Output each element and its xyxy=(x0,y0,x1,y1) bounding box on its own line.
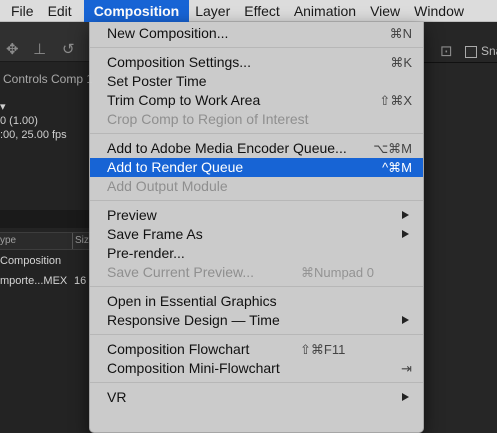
menubar-item-file[interactable]: File xyxy=(10,0,42,22)
menu-item-shortcut: ^⌘M xyxy=(382,160,412,175)
project-info-ratio: 0 (1.00) xyxy=(0,115,38,127)
menu-item-label: Composition Flowchart xyxy=(107,341,250,357)
menubar-item-window[interactable]: Window xyxy=(413,0,472,22)
anchor-tool-icon[interactable]: ⊥ xyxy=(33,40,46,58)
menu-item-label: Responsive Design — Time xyxy=(107,312,280,328)
menu-item-label: Preview xyxy=(107,207,157,223)
menu-item-label: Set Poster Time xyxy=(107,73,207,89)
menu-item-vr[interactable]: VR xyxy=(90,388,423,407)
project-row-import-name: mporte...MEX xyxy=(0,275,68,287)
menu-item-shortcut: ⌘K xyxy=(390,55,412,70)
menu-item-save-current-preview: Save Current Preview... ⌘Numpad 0 xyxy=(90,263,423,282)
menu-item-label: Save Frame As xyxy=(107,226,203,242)
column-type[interactable]: ype xyxy=(0,233,16,249)
project-info-duration: :00, 25.00 fps xyxy=(0,129,67,141)
submenu-arrow-icon xyxy=(402,211,409,219)
menu-item-label: Add to Render Queue xyxy=(107,159,244,175)
move-tool-icon[interactable]: ✥ xyxy=(6,40,19,58)
menu-item-label: New Composition... xyxy=(107,25,229,41)
rotate-tool-icon[interactable]: ↺ xyxy=(62,40,75,58)
menu-item-save-frame-as[interactable]: Save Frame As xyxy=(90,225,423,244)
menu-item-pre-render[interactable]: Pre-render... xyxy=(90,244,423,263)
project-info-expander[interactable]: ▾ xyxy=(0,100,67,114)
menu-item-crop-comp-to-region-of-interest: Crop Comp to Region of Interest xyxy=(90,110,423,129)
menu-item-shortcut: ⌘N xyxy=(389,26,412,41)
menu-item-new-composition[interactable]: New Composition... ⌘N xyxy=(90,24,423,43)
menu-item-label: Composition Settings... xyxy=(107,54,251,70)
menu-item-label: Save Current Preview... xyxy=(107,264,255,280)
snap-label: Sna xyxy=(481,44,497,58)
menu-item-add-output-module: Add Output Module xyxy=(90,177,423,196)
menu-item-composition-mini-flowchart[interactable]: Composition Mini-Flowchart ⇥ xyxy=(90,359,423,378)
submenu-arrow-icon xyxy=(402,393,409,401)
menu-item-label: Trim Comp to Work Area xyxy=(107,92,261,108)
menu-item-label: Add Output Module xyxy=(107,178,228,194)
menu-item-add-to-render-queue[interactable]: Add to Render Queue ^⌘M xyxy=(90,158,423,177)
project-row-import-size: 16 xyxy=(74,275,87,287)
column-size[interactable]: Siz xyxy=(72,233,89,249)
menu-item-shortcut: ⇧⌘F11 xyxy=(300,342,346,357)
menu-item-composition-flowchart[interactable]: Composition Flowchart ⇧⌘F11 xyxy=(90,340,423,359)
menu-item-label: VR xyxy=(107,389,127,405)
menu-item-set-poster-time[interactable]: Set Poster Time xyxy=(90,72,423,91)
menu-item-shortcut: ⌘Numpad 0 xyxy=(301,265,374,280)
menu-separator xyxy=(90,47,423,48)
menu-bar: File Edit Composition Layer Effect Animation V… xyxy=(0,0,497,22)
menu-item-shortcut: ⇥ xyxy=(401,361,412,376)
panel-header[interactable]: Controls Comp 1 xyxy=(0,66,92,92)
menubar-item-effect[interactable]: Effect xyxy=(243,0,288,22)
project-search-bar xyxy=(0,210,92,228)
composition-menu-dropdown: New Composition... ⌘N Composition Settings… xyxy=(89,22,424,433)
menu-item-preview[interactable]: Preview xyxy=(90,206,423,225)
viewer-divider xyxy=(424,62,497,63)
menu-separator xyxy=(90,334,423,335)
menu-item-composition-settings[interactable]: Composition Settings... ⌘K xyxy=(90,53,423,72)
menu-item-label: Open in Essential Graphics xyxy=(107,293,277,309)
menu-item-label: Composition Mini-Flowchart xyxy=(107,360,280,376)
project-row-import[interactable]: mporte...MEX 16 xyxy=(0,275,86,287)
submenu-arrow-icon xyxy=(402,316,409,324)
menu-item-label: Pre-render... xyxy=(107,245,185,261)
project-columns-header: ype Siz xyxy=(0,232,92,250)
submenu-arrow-icon xyxy=(402,230,409,238)
menu-item-trim-comp-to-work-area[interactable]: Trim Comp to Work Area ⇧⌘X xyxy=(90,91,423,110)
menubar-item-animation[interactable]: Animation xyxy=(293,0,364,22)
menu-item-add-to-adobe-media-encoder-queue[interactable]: Add to Adobe Media Encoder Queue... ⌥⌘M xyxy=(90,139,423,158)
menubar-item-edit[interactable]: Edit xyxy=(47,0,80,22)
menubar-item-view[interactable]: View xyxy=(369,0,408,22)
project-info: ▾ 0 (1.00) :00, 25.00 fps xyxy=(0,100,67,142)
menu-separator xyxy=(90,286,423,287)
project-row-composition[interactable]: Composition xyxy=(0,255,61,267)
menubar-item-layer[interactable]: Layer xyxy=(194,0,238,22)
menu-item-label: Add to Adobe Media Encoder Queue... xyxy=(107,140,347,156)
viewer-tool-icon[interactable]: ⊡ xyxy=(440,42,453,60)
menu-item-shortcut: ⇧⌘X xyxy=(379,93,412,108)
menubar-item-composition[interactable]: Composition xyxy=(83,0,190,22)
menu-item-open-in-essential-graphics[interactable]: Open in Essential Graphics xyxy=(90,292,423,311)
viewer-panel xyxy=(424,22,497,433)
menu-separator xyxy=(90,200,423,201)
menu-item-responsive-design-time[interactable]: Responsive Design — Time xyxy=(90,311,423,330)
menu-separator xyxy=(90,133,423,134)
snap-checkbox[interactable] xyxy=(465,46,477,58)
menu-item-label: Crop Comp to Region of Interest xyxy=(107,111,309,127)
menu-separator xyxy=(90,382,423,383)
menu-item-shortcut: ⌥⌘M xyxy=(373,141,412,156)
